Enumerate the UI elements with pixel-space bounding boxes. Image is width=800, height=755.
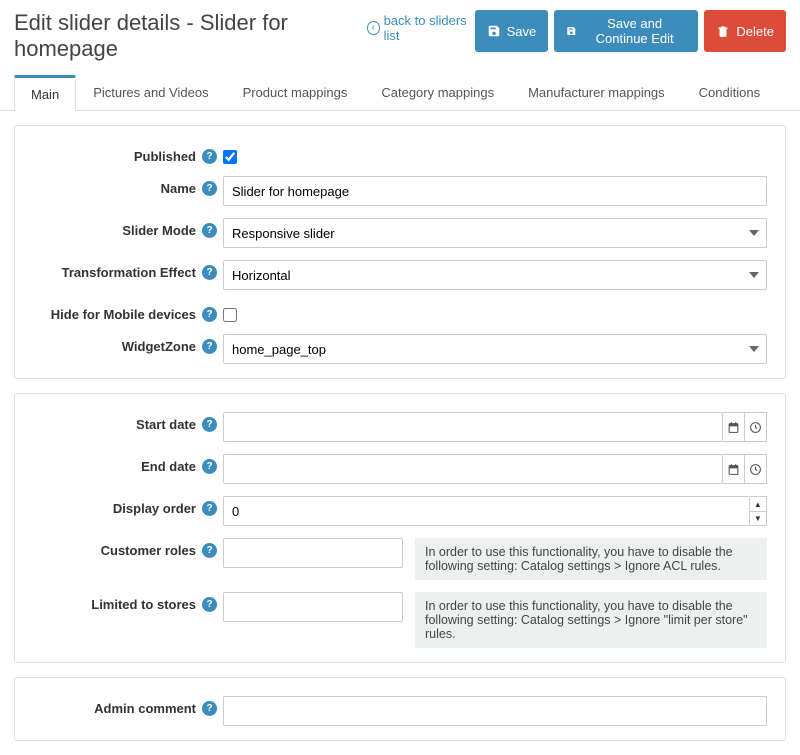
calendar-icon[interactable] bbox=[723, 412, 745, 442]
delete-button[interactable]: Delete bbox=[704, 10, 786, 52]
save-icon bbox=[487, 24, 501, 38]
tab-conditions[interactable]: Conditions bbox=[682, 75, 777, 111]
help-icon[interactable]: ? bbox=[202, 543, 217, 558]
save-continue-button[interactable]: Save and Continue Edit bbox=[554, 10, 698, 52]
end-date-label: End date bbox=[141, 459, 196, 474]
back-link-label: back to sliders list bbox=[384, 13, 475, 43]
tab-bar: Main Pictures and Videos Product mapping… bbox=[0, 74, 800, 111]
tab-product-mappings[interactable]: Product mappings bbox=[226, 75, 365, 111]
slider-mode-label: Slider Mode bbox=[122, 223, 196, 238]
transformation-effect-select[interactable]: Horizontal bbox=[223, 260, 767, 290]
end-date-input[interactable] bbox=[223, 454, 723, 484]
display-order-input[interactable] bbox=[223, 496, 750, 526]
hide-mobile-checkbox[interactable] bbox=[223, 308, 237, 322]
help-icon[interactable]: ? bbox=[202, 181, 217, 196]
admin-comment-input[interactable] bbox=[223, 696, 767, 726]
back-link[interactable]: ‹ back to sliders list bbox=[367, 13, 475, 43]
name-input[interactable] bbox=[223, 176, 767, 206]
help-icon[interactable]: ? bbox=[202, 149, 217, 164]
published-checkbox[interactable] bbox=[223, 150, 237, 164]
start-date-input[interactable] bbox=[223, 412, 723, 442]
customer-roles-select[interactable] bbox=[223, 538, 403, 568]
trash-icon bbox=[716, 24, 730, 38]
help-icon[interactable]: ? bbox=[202, 339, 217, 354]
hide-mobile-label: Hide for Mobile devices bbox=[51, 307, 196, 322]
limited-stores-select[interactable] bbox=[223, 592, 403, 622]
help-icon[interactable]: ? bbox=[202, 417, 217, 432]
calendar-icon[interactable] bbox=[723, 454, 745, 484]
tab-category-mappings[interactable]: Category mappings bbox=[364, 75, 511, 111]
tab-pictures-videos[interactable]: Pictures and Videos bbox=[76, 75, 225, 111]
panel-admin: Admin comment? bbox=[14, 677, 786, 741]
help-icon[interactable]: ? bbox=[202, 597, 217, 612]
admin-comment-label: Admin comment bbox=[94, 701, 196, 716]
widget-zone-select[interactable]: home_page_top bbox=[223, 334, 767, 364]
help-icon[interactable]: ? bbox=[202, 265, 217, 280]
page-title: Edit slider details - Slider for homepag… bbox=[14, 10, 357, 62]
customer-roles-hint: In order to use this functionality, you … bbox=[415, 538, 767, 580]
transformation-effect-label: Transformation Effect bbox=[62, 265, 196, 280]
widget-zone-label: WidgetZone bbox=[122, 339, 196, 354]
limited-stores-label: Limited to stores bbox=[91, 597, 196, 612]
help-icon[interactable]: ? bbox=[202, 223, 217, 238]
help-icon[interactable]: ? bbox=[202, 701, 217, 716]
save-button[interactable]: Save bbox=[475, 10, 549, 52]
start-date-label: Start date bbox=[136, 417, 196, 432]
name-label: Name bbox=[161, 181, 196, 196]
panel-schedule: Start date? End date? Display order? ▲ ▼ bbox=[14, 393, 786, 663]
clock-icon[interactable] bbox=[745, 454, 767, 484]
tab-manufacturer-mappings[interactable]: Manufacturer mappings bbox=[511, 75, 682, 111]
published-label: Published bbox=[134, 149, 196, 164]
panel-basic: Published? Name? Slider Mode? Responsive… bbox=[14, 125, 786, 379]
display-order-label: Display order bbox=[113, 501, 196, 516]
limited-stores-hint: In order to use this functionality, you … bbox=[415, 592, 767, 648]
spinner-up[interactable]: ▲ bbox=[750, 496, 767, 511]
help-icon[interactable]: ? bbox=[202, 307, 217, 322]
slider-mode-select[interactable]: Responsive slider bbox=[223, 218, 767, 248]
clock-icon[interactable] bbox=[745, 412, 767, 442]
arrow-left-icon: ‹ bbox=[367, 21, 380, 35]
help-icon[interactable]: ? bbox=[202, 459, 217, 474]
save-icon bbox=[566, 24, 577, 38]
customer-roles-label: Customer roles bbox=[101, 543, 196, 558]
tab-main[interactable]: Main bbox=[14, 75, 76, 111]
spinner-down[interactable]: ▼ bbox=[750, 511, 767, 526]
help-icon[interactable]: ? bbox=[202, 501, 217, 516]
